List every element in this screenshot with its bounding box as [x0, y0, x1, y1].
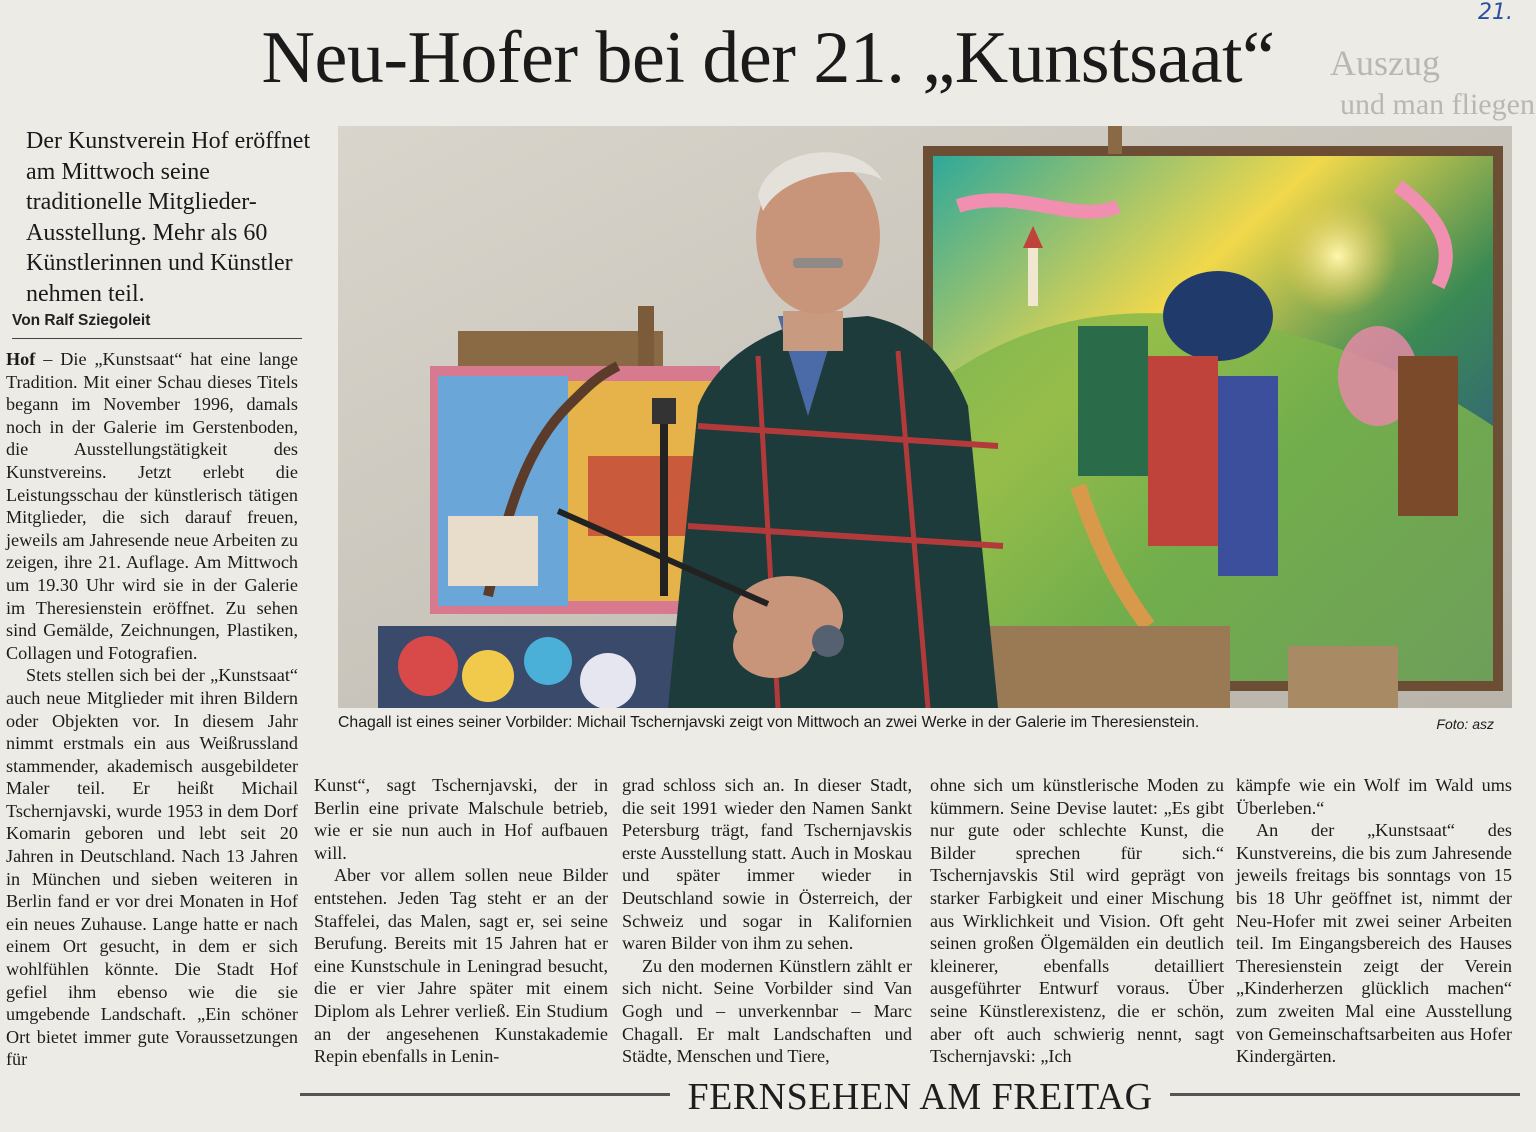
article-column-1: Hof – Die „Kunstsaat“ hat eine lange Tra…: [6, 348, 298, 1071]
photo-credit: Foto: asz: [1436, 716, 1494, 732]
dateline: Hof: [6, 349, 36, 369]
lead-paragraph: Der Kunstverein Hof eröffnet am Mittwoch…: [26, 128, 311, 307]
col5-paragraph-2: An der „Kunstsaat“ des Kunstvereins, die…: [1236, 820, 1512, 1067]
footer-rule-right: [1160, 1093, 1520, 1096]
col1-paragraph-1: Hof – Die „Kunstsaat“ hat eine lange Tra…: [6, 348, 298, 664]
col2-paragraph-2: Aber vor allem sollen neue Bilder entste…: [314, 865, 608, 1067]
photo-illustration: [338, 126, 1512, 708]
col3-paragraph-1: grad schloss sich an. In dieser Stadt, d…: [622, 775, 912, 954]
col4-paragraph-1: ohne sich um künstlerische Moden zu kümm…: [930, 775, 1224, 1067]
article-column-5: kämpfe wie ein Wolf im Wald ums Überlebe…: [1236, 774, 1512, 1068]
article-column-4: ohne sich um künstlerische Moden zu kümm…: [930, 774, 1224, 1068]
col2-paragraph-1: Kunst“, sagt Tschernjavski, der in Berli…: [314, 775, 608, 863]
col1-paragraph-2: Stets stellen sich bei der „Kunstsaat“ a…: [6, 665, 298, 1070]
photo: [338, 126, 1512, 708]
col3-paragraph-2: Zu den modernen Künstlern zählt er sich …: [622, 955, 912, 1067]
headline: Neu-Hofer bei der 21. „Kunstsaat“: [261, 17, 1275, 99]
col1-paragraph-1-text: – Die „Kunstsaat“ hat eine lange Traditi…: [6, 349, 298, 663]
byline-rule: [12, 338, 302, 339]
byline: Von Ralf Sziegoleit: [12, 312, 151, 329]
article-column-3: grad schloss sich an. In dieser Stadt, d…: [622, 774, 912, 1068]
caption-text: Chagall ist eines seiner Vorbilder: Mich…: [338, 714, 1200, 731]
article-column-2: Kunst“, sagt Tschernjavski, der in Berli…: [314, 774, 608, 1068]
footer-rule-left: [300, 1093, 680, 1096]
col5-paragraph-1: kämpfe wie ein Wolf im Wald ums Überlebe…: [1236, 775, 1512, 818]
section-title-footer: FERNSEHEN AM FREITAG: [670, 1075, 1170, 1119]
